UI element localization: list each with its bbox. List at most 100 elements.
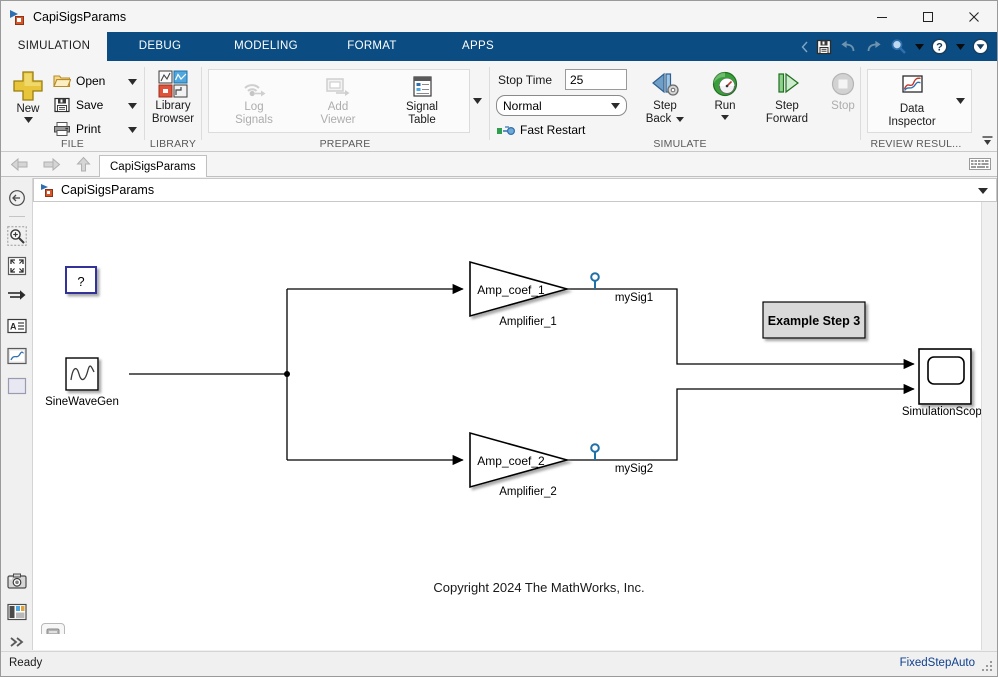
simulation-scope-block — [918, 348, 972, 405]
signal-table-button[interactable]: Signal Table — [386, 73, 458, 127]
review-gallery-dropdown-icon[interactable] — [953, 69, 968, 133]
log-signals-label-line1: Log — [244, 101, 264, 113]
save-dropdown-icon[interactable] — [128, 98, 137, 112]
signal-logging-marker-1 — [590, 272, 600, 289]
amplifier-1-caption: Amplifier_1 — [499, 316, 557, 328]
simulink-window: CapiSigsParams SIMULATION DEBUG MODELING… — [0, 0, 998, 677]
step-back-dropdown-icon — [676, 117, 685, 122]
breadcrumb-dropdown-icon[interactable] — [978, 183, 988, 197]
qat-expand-icon[interactable] — [798, 34, 811, 59]
layout-icon[interactable] — [5, 600, 29, 624]
area-icon[interactable] — [5, 374, 29, 398]
ribbon-group-prepare: Log Signals Add Viewer Signal Table PREP… — [202, 61, 488, 152]
stop-label: Stop — [831, 100, 855, 112]
horizontal-scrollbar[interactable] — [33, 634, 981, 650]
model-tab[interactable]: CapiSigsParams — [99, 155, 207, 177]
ribbon-group-simulate: Stop Time Normal Fast Restart — [490, 61, 860, 152]
log-signals-button[interactable]: Log Signals — [218, 73, 290, 127]
add-viewer-button[interactable]: Add Viewer — [302, 73, 374, 127]
log-signals-label-line2: Signals — [235, 114, 273, 126]
svg-text:?: ? — [936, 42, 943, 54]
fit-to-view-icon[interactable] — [5, 254, 29, 278]
quick-access-toolbar: ? — [798, 34, 993, 59]
window-title: CapiSigsParams — [33, 9, 127, 24]
open-button[interactable]: Open — [53, 70, 137, 92]
copyright-label: Copyright 2024 The MathWorks, Inc. — [433, 580, 644, 595]
help-dropdown-icon[interactable] — [952, 34, 968, 59]
close-button[interactable] — [951, 1, 997, 32]
print-button[interactable]: Print — [53, 118, 137, 140]
ribbon-group-file-label: FILE — [61, 138, 84, 150]
status-message: Ready — [9, 657, 43, 669]
minimize-ribbon-icon[interactable] — [980, 134, 994, 148]
camera-icon[interactable] — [5, 570, 29, 594]
fast-restart-label: Fast Restart — [520, 123, 586, 137]
forward-button[interactable] — [39, 154, 63, 175]
step-back-label-line1: Step — [653, 100, 677, 112]
new-button[interactable]: New — [6, 69, 50, 123]
model-diagram: ? SineWaveGen Amp_coef_1 Amplifier_1 myS… — [45, 260, 981, 595]
hide-explorer-bar-icon[interactable] — [5, 186, 29, 210]
minimize-button[interactable] — [859, 1, 905, 32]
annotation-icon[interactable]: A — [5, 314, 29, 338]
add-viewer-label-line2: Viewer — [320, 114, 356, 126]
redo-icon[interactable] — [861, 34, 886, 59]
save-button[interactable]: Save — [53, 94, 137, 116]
stop-button[interactable]: Stop — [821, 70, 865, 113]
simulation-mode-select[interactable]: Normal — [496, 95, 627, 116]
open-button-label: Open — [76, 74, 106, 88]
keyboard-shortcuts-icon[interactable] — [969, 158, 991, 173]
run-label: Run — [714, 100, 736, 112]
save-icon[interactable] — [811, 34, 836, 59]
signal-table-label-line1: Signal — [406, 101, 438, 113]
amplifier-2-label: Amp_coef_2 — [477, 454, 545, 468]
library-browser-button[interactable]: Library Browser — [147, 70, 199, 126]
search-icon[interactable] — [886, 34, 911, 59]
undo-icon[interactable] — [836, 34, 861, 59]
step-forward-label-line1: Step — [775, 100, 799, 112]
tab-debug[interactable]: DEBUG — [107, 32, 213, 61]
tab-apps[interactable]: APPS — [425, 32, 531, 61]
open-dropdown-icon[interactable] — [128, 74, 137, 88]
data-inspector-label-line1: Data — [899, 103, 925, 115]
solver-status[interactable]: FixedStepAuto — [900, 657, 975, 669]
signal-mysig1-label: mySig1 — [615, 292, 653, 304]
print-dropdown-icon[interactable] — [128, 122, 137, 136]
image-icon[interactable] — [5, 344, 29, 368]
maximize-button[interactable] — [905, 1, 951, 32]
prepare-gallery-dropdown-icon[interactable] — [470, 69, 485, 133]
tab-format[interactable]: FORMAT — [319, 32, 425, 61]
help-icon[interactable]: ? — [927, 34, 952, 59]
stop-time-input[interactable] — [565, 69, 627, 90]
simulation-mode-value: Normal — [503, 98, 542, 113]
title-bar: CapiSigsParams — [1, 1, 997, 32]
signal-lines-icon[interactable] — [5, 284, 29, 308]
back-button[interactable] — [7, 154, 31, 175]
ribbon-group-library-label: LIBRARY — [149, 138, 197, 150]
step-back-button[interactable]: Step Back — [637, 70, 693, 126]
canvas-toolbar: A — [1, 178, 33, 650]
up-button[interactable] — [71, 154, 95, 175]
sine-wave-gen-block — [65, 357, 99, 391]
simulink-model-icon — [10, 9, 26, 25]
example-step-3-label: Example Step 3 — [768, 314, 860, 328]
breadcrumb-path[interactable]: CapiSigsParams — [61, 183, 154, 197]
step-forward-label-line2: Forward — [765, 113, 809, 125]
status-bar: Ready FixedStepAuto — [1, 651, 997, 676]
tab-modeling[interactable]: MODELING — [213, 32, 319, 61]
data-inspector-button[interactable]: Data Inspector — [874, 73, 950, 129]
sine-wave-gen-caption: SineWaveGen — [45, 396, 119, 408]
tab-simulation[interactable]: SIMULATION — [1, 32, 107, 61]
add-viewer-label-line1: Add — [327, 101, 349, 113]
step-forward-button[interactable]: Step Forward — [753, 70, 821, 126]
collapse-ribbon-icon[interactable] — [968, 34, 993, 59]
step-back-label-line2: Back — [645, 113, 672, 125]
zoom-in-icon[interactable] — [5, 224, 29, 248]
ribbon-group-review-label: REVIEW RESUL... — [870, 138, 962, 150]
run-button[interactable]: Run — [697, 70, 753, 120]
model-canvas[interactable]: ? SineWaveGen Amp_coef_1 Amplifier_1 myS… — [33, 202, 981, 650]
breadcrumb-model-icon — [41, 183, 55, 197]
search-dropdown-icon[interactable] — [911, 34, 927, 59]
resize-grip[interactable] — [982, 661, 994, 673]
vertical-scrollbar[interactable] — [981, 202, 997, 650]
